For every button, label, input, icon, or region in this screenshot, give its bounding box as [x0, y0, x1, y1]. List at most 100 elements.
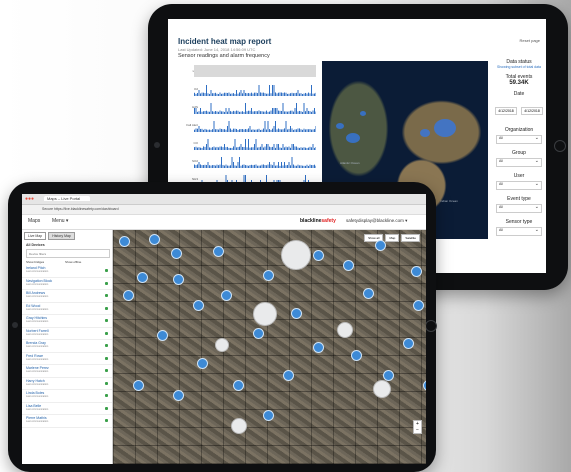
device-list-item[interactable]: Harry Hatch Last communication	[22, 378, 112, 390]
nav-maps[interactable]: Maps	[28, 218, 40, 224]
map-view-button[interactable]: Map	[385, 234, 400, 242]
device-pin-icon[interactable]	[233, 380, 244, 391]
device-list-item[interactable]: Gray Hitchins Last communication	[22, 315, 112, 328]
device-pin-icon[interactable]	[119, 236, 130, 247]
device-list-item[interactable]: Norbert Farrell Last communication	[22, 328, 112, 340]
device-pin-icon[interactable]	[171, 248, 182, 259]
device-pin-icon[interactable]	[123, 290, 134, 301]
total-events-value: 59.34K	[509, 80, 529, 86]
sparkline-bar	[245, 129, 246, 132]
device-pin-icon[interactable]	[157, 330, 168, 341]
sparkline-bar	[239, 92, 240, 96]
device-pin-icon[interactable]	[137, 272, 148, 283]
sparkline-bar	[248, 165, 249, 168]
device-pin-icon[interactable]	[197, 358, 208, 369]
date-to-input[interactable]: 4/12/2018	[521, 107, 543, 115]
device-pin-icon[interactable]	[221, 290, 232, 301]
device-pin-icon[interactable]	[283, 370, 294, 381]
device-list-item[interactable]: Pierre Mathis Last communication	[22, 415, 112, 428]
sparkline-bar	[300, 165, 302, 168]
device-pin-icon[interactable]	[313, 250, 324, 261]
browser-tab[interactable]: Maps – Live Portal	[44, 196, 91, 201]
device-list-item[interactable]: Brenda Gray Last communication	[22, 340, 112, 353]
show-bridges-toggle[interactable]: Show bridges	[26, 260, 44, 264]
device-list-item[interactable]: Marlene Perez Last communication	[22, 365, 112, 378]
sparkline-bar	[233, 162, 234, 168]
device-pin-icon[interactable]	[213, 246, 224, 257]
nav-menu[interactable]: Menu ▾	[52, 218, 68, 224]
device-pin-icon[interactable]	[313, 342, 324, 353]
reset-page-button[interactable]: Reset page	[520, 38, 540, 43]
date-from-input[interactable]: 4/12/2018	[495, 107, 517, 115]
home-button[interactable]	[554, 140, 566, 152]
sparkline-bar	[246, 165, 248, 168]
sparkline-bar	[275, 165, 276, 168]
device-pin-icon[interactable]	[291, 308, 302, 319]
user-menu[interactable]: safetydisplay@blackline.com ▾	[346, 218, 407, 224]
sensor-sparkline	[194, 137, 317, 150]
sparkline-bar	[260, 165, 261, 168]
sparkline-bar	[252, 165, 254, 168]
filter-dropdown[interactable]: All	[496, 181, 542, 190]
window-controls-icon[interactable]: ●●●	[25, 196, 34, 202]
sparkline-bar	[201, 111, 203, 114]
sparkline-bar	[261, 92, 263, 96]
sparkline-bar	[293, 129, 294, 132]
sparkline-bar	[213, 93, 215, 96]
device-list-item[interactable]: Navigation Block Last communication	[22, 278, 112, 290]
tab-live-map[interactable]: Live Map	[24, 232, 47, 240]
device-pin-icon[interactable]	[263, 270, 274, 281]
sparkline-bar	[197, 111, 198, 114]
tab-history-map[interactable]: History Map	[48, 232, 75, 240]
sparkline-bar	[207, 162, 209, 168]
device-list-item[interactable]: Linda Boles Last communication	[22, 390, 112, 403]
sparkline-bar	[303, 147, 305, 150]
home-button[interactable]	[425, 320, 437, 332]
show-offline-toggle[interactable]: Show offline	[65, 260, 81, 264]
device-list-item[interactable]: Ed Wood Last communication	[22, 303, 112, 315]
satellite-view-button[interactable]: Satellite	[401, 234, 420, 242]
device-pin-icon[interactable]	[423, 380, 426, 391]
filter-dropdown[interactable]: All	[496, 135, 542, 144]
device-pin-icon[interactable]	[173, 390, 184, 401]
device-pin-icon[interactable]	[413, 300, 424, 311]
device-pin-icon[interactable]	[133, 380, 144, 391]
device-pin-icon[interactable]	[351, 350, 362, 361]
device-list-item[interactable]: Lisa Belle Last communication	[22, 403, 112, 415]
device-pin-icon[interactable]	[263, 410, 274, 421]
sparkline-bar	[276, 144, 278, 150]
sparkline-bar	[264, 93, 266, 96]
zoom-out-icon[interactable]: −	[414, 427, 421, 433]
data-status-link[interactable]: Showing subset of total data	[494, 65, 544, 69]
sparkline-bar	[251, 92, 252, 96]
device-pin-icon[interactable]	[343, 260, 354, 271]
sparkline-bar	[270, 110, 272, 114]
device-pin-icon[interactable]	[383, 370, 394, 381]
device-pin-icon[interactable]	[253, 328, 264, 339]
device-filter-input[interactable]	[26, 249, 110, 258]
device-list-item[interactable]: Fred Rowe Last communication	[22, 353, 112, 365]
date-range: 4/12/2018 4/12/2018	[494, 99, 544, 117]
sparkline-bar	[198, 162, 200, 168]
sparkline-bar	[297, 128, 299, 132]
device-pin-icon[interactable]	[149, 234, 160, 245]
device-pin-icon[interactable]	[173, 274, 184, 285]
device-pin-icon[interactable]	[403, 338, 414, 349]
sparkline-bar	[251, 129, 252, 132]
zoom-control[interactable]: + −	[413, 420, 422, 434]
sparkline-bar	[209, 165, 210, 168]
facility-satellite-map[interactable]: Show all Map Satellite + −	[113, 230, 426, 464]
sparkline-bar	[308, 110, 309, 114]
device-pin-icon[interactable]	[375, 240, 386, 251]
address-bar[interactable]: Secure https://live.blacklinesafety.com/…	[22, 205, 426, 215]
sparkline-bar	[237, 147, 239, 150]
sparkline-bar	[213, 111, 215, 114]
device-pin-icon[interactable]	[363, 288, 374, 299]
device-list-item[interactable]: Bill Andrews Last communication	[22, 290, 112, 303]
device-pin-icon[interactable]	[193, 300, 204, 311]
filter-dropdown[interactable]: All	[496, 158, 542, 167]
filter-dropdown[interactable]: All	[496, 204, 542, 213]
device-list-item[interactable]: Ireland Pitch Last communication	[22, 265, 112, 278]
device-pin-icon[interactable]	[411, 266, 422, 277]
filter-dropdown[interactable]: All	[496, 227, 542, 236]
